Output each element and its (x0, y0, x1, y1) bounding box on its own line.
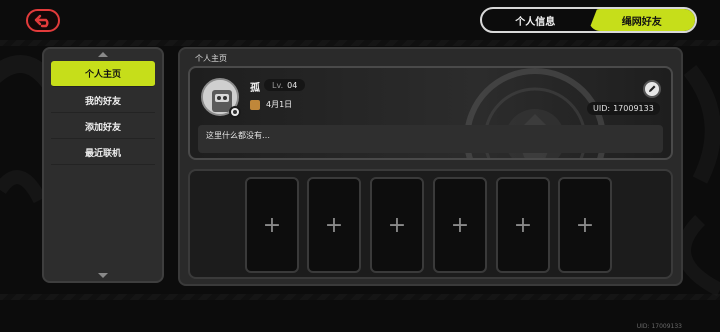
gear-badge-icon (229, 106, 241, 118)
uid-label: UID: (593, 104, 611, 113)
add-icon: + (575, 212, 595, 238)
level-value: 04 (287, 80, 298, 90)
showcase-slots: + + + + + + (188, 169, 673, 279)
tab-label: 个人信息 (515, 16, 556, 28)
level-badge: Lv. 04 (264, 79, 306, 91)
showcase-slot[interactable]: + (558, 177, 612, 273)
scroll-down-icon[interactable] (98, 273, 108, 278)
edit-profile-button[interactable] (643, 80, 661, 98)
sidebar-item-label: 我的好友 (84, 97, 121, 107)
add-icon: + (262, 212, 282, 238)
tab-inter-knot-friends[interactable]: 绳网好友 (588, 9, 695, 31)
main-panel: 个人主页 孤 Lv. 04 4月1日 UID: 17009133 这里什么都没有… (178, 47, 683, 286)
sidebar-item-label: 个人主页 (84, 70, 121, 80)
add-icon: + (387, 212, 407, 238)
top-tab-bar: 个人信息 绳网好友 (480, 7, 697, 33)
add-icon: + (324, 212, 344, 238)
profile-card: 孤 Lv. 04 4月1日 UID: 17009133 这里什么都没有… (188, 66, 673, 160)
sidebar-item-label: 最近联机 (84, 149, 121, 159)
add-icon: + (450, 212, 470, 238)
cake-icon (250, 100, 260, 110)
footer-uid: UID: 17009133 (636, 323, 682, 330)
tab-label: 绳网好友 (621, 16, 662, 28)
showcase-slot[interactable]: + (370, 177, 424, 273)
sidebar-item-recent-coop[interactable]: 最近联机 (51, 141, 155, 165)
panel-title: 个人主页 (195, 54, 227, 63)
tab-personal-info[interactable]: 个人信息 (482, 9, 589, 31)
username: 孤 (250, 83, 260, 94)
sidebar-item-homepage[interactable]: 个人主页 (51, 61, 155, 87)
back-arrow-icon (34, 14, 49, 27)
uid-value: 17009133 (613, 104, 654, 113)
level-prefix: Lv. (272, 80, 284, 90)
bio-text[interactable]: 这里什么都没有… (198, 125, 663, 153)
back-button[interactable] (26, 9, 60, 32)
showcase-slot[interactable]: + (496, 177, 550, 273)
uid-badge: UID: 17009133 (587, 102, 660, 115)
scroll-up-icon[interactable] (98, 52, 108, 57)
showcase-slot[interactable]: + (307, 177, 361, 273)
sidebar-item-label: 添加好友 (84, 123, 121, 133)
pencil-icon (649, 85, 656, 92)
sidebar-item-my-friends[interactable]: 我的好友 (51, 89, 155, 113)
add-icon: + (513, 212, 533, 238)
showcase-slot[interactable]: + (245, 177, 299, 273)
sidebar-item-add-friend[interactable]: 添加好友 (51, 115, 155, 139)
showcase-slot[interactable]: + (433, 177, 487, 273)
birthday-text: 4月1日 (266, 100, 293, 109)
sidebar: 个人主页 我的好友 添加好友 最近联机 (42, 47, 164, 283)
